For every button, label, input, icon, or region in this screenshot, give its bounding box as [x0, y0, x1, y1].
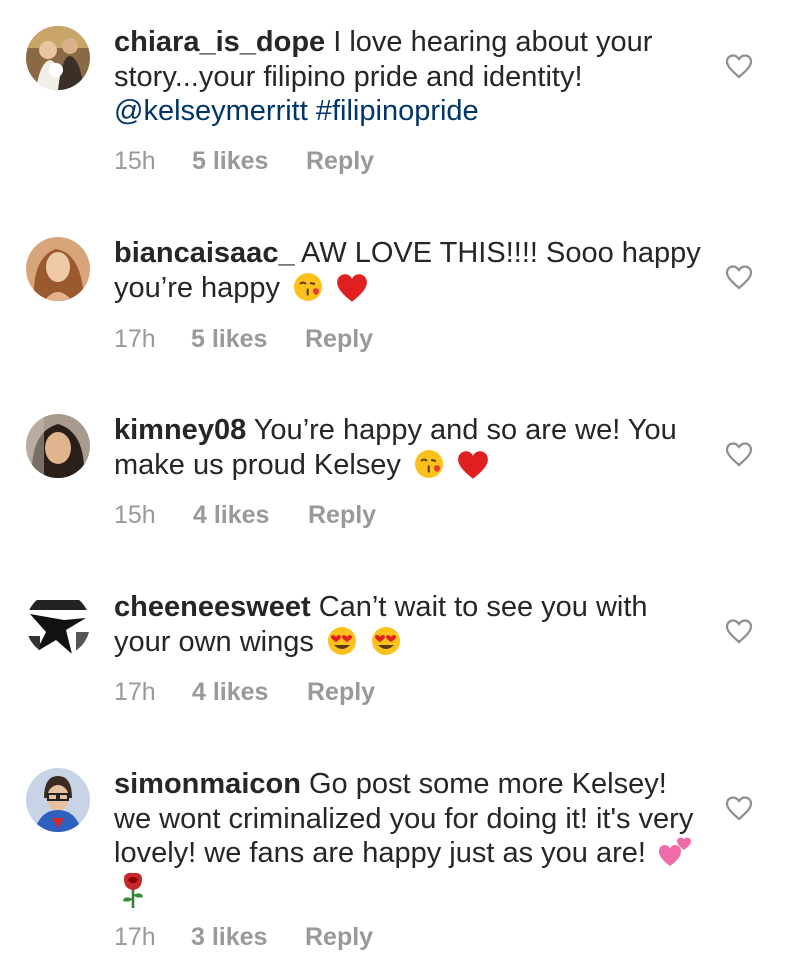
like-heart-icon[interactable]: [725, 441, 753, 467]
avatar[interactable]: [26, 26, 90, 90]
comment-username[interactable]: biancaisaac_: [114, 237, 295, 269]
comment-time: 17h: [114, 923, 156, 951]
like-heart-icon[interactable]: [725, 53, 753, 79]
like-heart-icon[interactable]: [725, 618, 753, 644]
likes-count[interactable]: 5 likes: [192, 147, 268, 176]
heart-eyes-emoji: [372, 626, 400, 655]
avatar[interactable]: [26, 768, 90, 832]
comment-time: 17h: [114, 325, 156, 353]
avatar[interactable]: [26, 237, 90, 301]
reply-button[interactable]: Reply: [305, 325, 373, 354]
mention-hashtag-links[interactable]: @kelseymerritt #filipinopride: [114, 95, 479, 127]
likes-count[interactable]: 5 likes: [191, 325, 267, 354]
comment-username[interactable]: chiara_is_dope: [114, 26, 325, 58]
likes-count[interactable]: 3 likes: [191, 923, 267, 952]
reply-button[interactable]: Reply: [307, 678, 375, 707]
rose-emoji: [123, 872, 143, 908]
comment-username[interactable]: cheeneesweet: [114, 591, 311, 623]
comment-text: simonmaicon Go post some more Kelsey! we…: [114, 767, 704, 911]
red-heart-emoji: [337, 273, 368, 302]
comment-time: 15h: [114, 147, 156, 175]
two-hearts-emoji: [659, 837, 692, 866]
comment-time: 15h: [114, 501, 156, 529]
avatar[interactable]: [26, 592, 90, 656]
like-heart-icon[interactable]: [725, 264, 753, 290]
like-heart-icon[interactable]: [725, 795, 753, 821]
kissing-face-emoji: [415, 449, 443, 478]
comment-username[interactable]: kimney08: [114, 414, 246, 446]
likes-count[interactable]: 4 likes: [192, 678, 268, 707]
heart-eyes-emoji: [327, 626, 356, 655]
reply-button[interactable]: Reply: [305, 923, 373, 952]
reply-button[interactable]: Reply: [308, 501, 376, 530]
comment-time: 17h: [114, 678, 156, 706]
comment-text: chiara_is_dope I love hearing about your…: [114, 25, 704, 129]
comment-username[interactable]: simonmaicon: [114, 768, 301, 800]
avatar[interactable]: [26, 414, 90, 478]
likes-count[interactable]: 4 likes: [193, 501, 269, 530]
comment-text: kimney08 You’re happy and so are we! You…: [114, 413, 704, 482]
reply-button[interactable]: Reply: [306, 147, 374, 176]
comment-text: cheeneesweet Can’t wait to see you with …: [114, 590, 704, 659]
kissing-face-emoji: [294, 272, 323, 301]
red-heart-emoji: [458, 450, 488, 479]
comment-text: biancaisaac_ AW LOVE THIS!!!! Sooo happy…: [114, 236, 704, 305]
